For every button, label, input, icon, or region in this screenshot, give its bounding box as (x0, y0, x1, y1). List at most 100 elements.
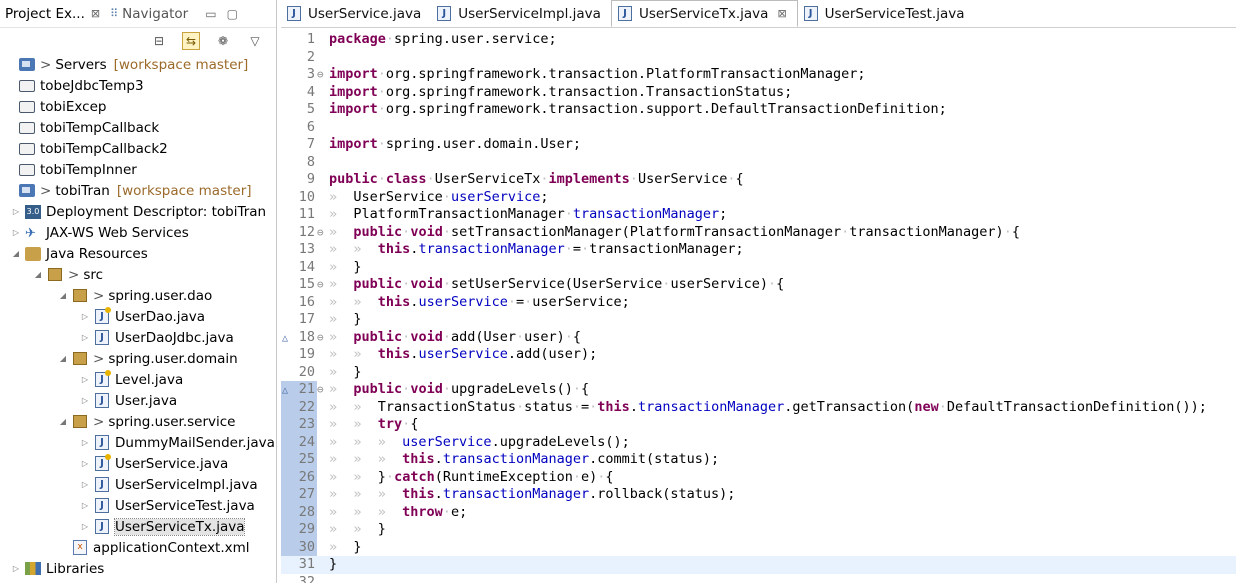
expand-icon[interactable]: ▷ (79, 459, 91, 468)
code-line[interactable]: 10 » UserService·userService; (281, 189, 1236, 207)
code-line[interactable]: 11 » PlatformTransactionManager·transacti… (281, 206, 1236, 224)
fold-gutter (317, 434, 327, 452)
code-line[interactable]: 22» » TransactionStatus·status·=·this.tr… (281, 398, 1236, 416)
override-marker-icon: △ (282, 332, 289, 344)
expand-icon[interactable]: ▷ (79, 375, 91, 384)
tab-navigator-label: Navigator (122, 5, 189, 22)
expand-icon[interactable]: ▷ (79, 312, 91, 321)
tree-item[interactable]: > tobiTran [workspace master] (0, 180, 276, 201)
tree-item[interactable]: ▷ J UserDao.java (0, 306, 276, 327)
tree-item[interactable]: x applicationContext.xml (0, 537, 276, 558)
tree-item[interactable]: ▷ J UserServiceTest.java (0, 495, 276, 516)
code-line[interactable]: 14 » } (281, 259, 1236, 277)
close-icon[interactable]: ⊠ (91, 7, 100, 20)
code-line[interactable]: 27 » » » this.transactionManager.rollback… (281, 486, 1236, 504)
code-line[interactable]: 13 » » this.transactionManager·=·transact… (281, 241, 1236, 259)
code-line[interactable]: 29 » » } (281, 521, 1236, 539)
expand-icon[interactable]: ▷ (10, 228, 22, 237)
code-line[interactable]: 16» » this.userService·=·userService; (281, 294, 1236, 312)
editor-tab[interactable]: J UserServiceTx.java ⊠ (610, 0, 798, 27)
code-line[interactable]: 30 » } (281, 538, 1236, 556)
code-line[interactable]: 19 » » this.userService.add(user); (281, 346, 1236, 364)
tree-item[interactable]: ◢ > src (0, 264, 276, 285)
minimize-icon[interactable]: ▭ (205, 7, 216, 21)
code-line[interactable]: 1 package·spring.user.service; (281, 31, 1236, 49)
code-line[interactable]: 5 import·org.springframework.transaction.… (281, 101, 1236, 119)
tree-item[interactable]: ◢ > spring.user.domain (0, 348, 276, 369)
collapse-icon[interactable]: ◢ (10, 249, 22, 258)
collapse-icon[interactable]: ◢ (57, 291, 69, 300)
code-line[interactable]: 4 import·org.springframework.transaction.… (281, 84, 1236, 102)
expand-icon[interactable]: ▷ (79, 438, 91, 447)
code-line[interactable]: 25 » » » this.transactionManager.commit(s… (281, 451, 1236, 469)
tree-item[interactable]: ▷ 3.0 Deployment Descriptor: tobiTran (0, 201, 276, 222)
fold-gutter (317, 346, 327, 364)
fold-toggle-icon[interactable]: ⊖ (317, 224, 327, 242)
code-line[interactable]: 32 (281, 574, 1236, 583)
expand-icon[interactable]: ▷ (10, 207, 22, 216)
tree-item[interactable]: tobeJdbcTemp3 (0, 75, 276, 96)
tree-item-label: Libraries (46, 560, 105, 577)
expand-icon[interactable]: ▷ (79, 396, 91, 405)
collapse-icon[interactable]: ◢ (57, 417, 69, 426)
code-line[interactable]: 28 » » » throw·e; (281, 503, 1236, 521)
code-line[interactable]: △ 18 ⊖» public·void·add(User·user)·{ (281, 329, 1236, 347)
tree-item[interactable]: tobiTempInner (0, 159, 276, 180)
code-line[interactable]: 17 » } (281, 311, 1236, 329)
fold-toggle-icon[interactable]: ⊖ (317, 329, 327, 347)
tree-item[interactable]: ▷ J UserDaoJdbc.java (0, 327, 276, 348)
expand-icon[interactable]: ▷ (79, 480, 91, 489)
code-line[interactable]: 26» » }·catch(RuntimeException·e)·{ (281, 468, 1236, 486)
expand-icon[interactable]: ▷ (79, 522, 91, 531)
collapse-icon[interactable]: ◢ (32, 270, 44, 279)
collapse-icon[interactable]: ◢ (57, 354, 69, 363)
tree-item[interactable]: ▷ J UserServiceImpl.java (0, 474, 276, 495)
tree-item[interactable]: ◢ Java Resources (0, 243, 276, 264)
editor-tab[interactable]: J UserServiceImpl.java (431, 0, 611, 27)
tree-item[interactable]: ▷ Libraries (0, 558, 276, 579)
fold-toggle-icon[interactable]: ⊖ (317, 66, 327, 84)
editor-tab[interactable]: J UserService.java (281, 0, 431, 27)
code-line[interactable]: 15 ⊖» public·void·setUserService(UserServ… (281, 276, 1236, 294)
tab-navigator[interactable]: ⠿ Navigator (105, 0, 193, 28)
collapse-all-icon[interactable]: ⊟ (150, 32, 168, 50)
code-line[interactable]: 6 (281, 119, 1236, 137)
expand-icon[interactable]: ▷ (79, 501, 91, 510)
tree-item[interactable]: ▷ J Level.java (0, 369, 276, 390)
editor-tab[interactable]: J UserServiceTest.java (798, 0, 975, 27)
maximize-icon[interactable]: ▢ (227, 7, 238, 21)
code-line[interactable]: 7 import·spring.user.domain.User; (281, 136, 1236, 154)
close-icon[interactable]: ⊠ (777, 7, 786, 20)
code-line[interactable]: 20 » } (281, 364, 1236, 382)
view-menu-icon[interactable]: ▽ (246, 32, 264, 50)
code-line[interactable]: 12 ⊖» public·void·setTransactionManager(P… (281, 224, 1236, 242)
filter-icon[interactable]: ❁ (214, 32, 232, 50)
code-line[interactable]: 23 » » try·{ (281, 416, 1236, 434)
tree-item[interactable]: ◢ > spring.user.dao (0, 285, 276, 306)
expand-icon[interactable]: ▷ (10, 564, 22, 573)
tree-item[interactable]: ▷ J UserService.java (0, 453, 276, 474)
code-area[interactable]: 1 package·spring.user.service; 2 3 ⊖ import·o… (281, 31, 1236, 583)
code-line[interactable]: 3 ⊖ import·org.springframework.transaction… (281, 66, 1236, 84)
tree-item[interactable]: ▷ J User.java (0, 390, 276, 411)
tree-item[interactable]: tobiTempCallback2 (0, 138, 276, 159)
code-line[interactable]: 9 public·class·UserServiceTx·implements·U… (281, 171, 1236, 189)
tree-item[interactable]: ◢ > spring.user.service (0, 411, 276, 432)
fold-toggle-icon[interactable]: ⊖ (317, 381, 327, 399)
tab-project-explorer[interactable]: Project Ex... ⊠ (0, 0, 105, 28)
link-with-editor-icon[interactable]: ⇆ (182, 32, 200, 50)
code-line[interactable]: 2 (281, 49, 1236, 67)
tree-item[interactable]: tobiExcep (0, 96, 276, 117)
line-number-text: 17 (298, 311, 315, 327)
code-line[interactable]: 24 » » » userService.upgradeLevels(); (281, 433, 1236, 452)
tree-item[interactable]: tobiTempCallback (0, 117, 276, 138)
expand-icon[interactable]: ▷ (79, 333, 91, 342)
tree-item[interactable]: ▷ J UserServiceTx.java (0, 516, 276, 537)
code-line[interactable]: △ 21 ⊖» public·void·upgradeLevels()·{ (281, 381, 1236, 399)
tree-item[interactable]: > Servers [workspace master] (0, 54, 276, 75)
tree-item[interactable]: ▷ J DummyMailSender.java (0, 432, 276, 453)
code-line[interactable]: 31} (281, 556, 1236, 574)
code-line[interactable]: 8 (281, 154, 1236, 172)
tree-item[interactable]: ▷ ✈ JAX-WS Web Services (0, 222, 276, 243)
fold-toggle-icon[interactable]: ⊖ (317, 276, 327, 294)
